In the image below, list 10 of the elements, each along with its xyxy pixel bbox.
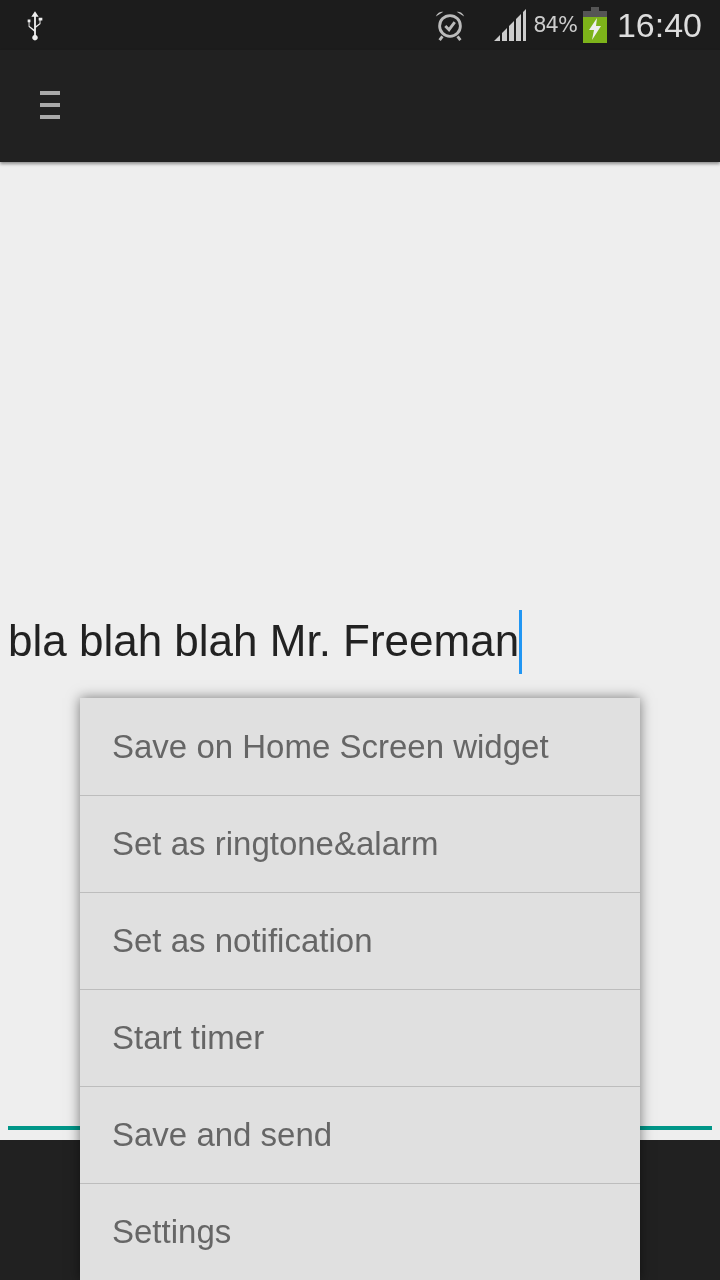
clock-time: 16:40 (616, 5, 702, 45)
menu-item[interactable]: Save on Home Screen widget (80, 698, 640, 795)
signal-icon (493, 8, 528, 42)
menu-icon[interactable] (40, 91, 60, 121)
battery-percent: 84% (533, 13, 577, 37)
menu-item[interactable]: Save and send (80, 1086, 640, 1183)
menu-item[interactable]: Settings (80, 1183, 640, 1280)
menu-item[interactable]: Set as ringtone&alarm (80, 795, 640, 892)
menu-item[interactable]: Set as notification (80, 892, 640, 989)
menu-item[interactable]: Start timer (80, 989, 640, 1086)
